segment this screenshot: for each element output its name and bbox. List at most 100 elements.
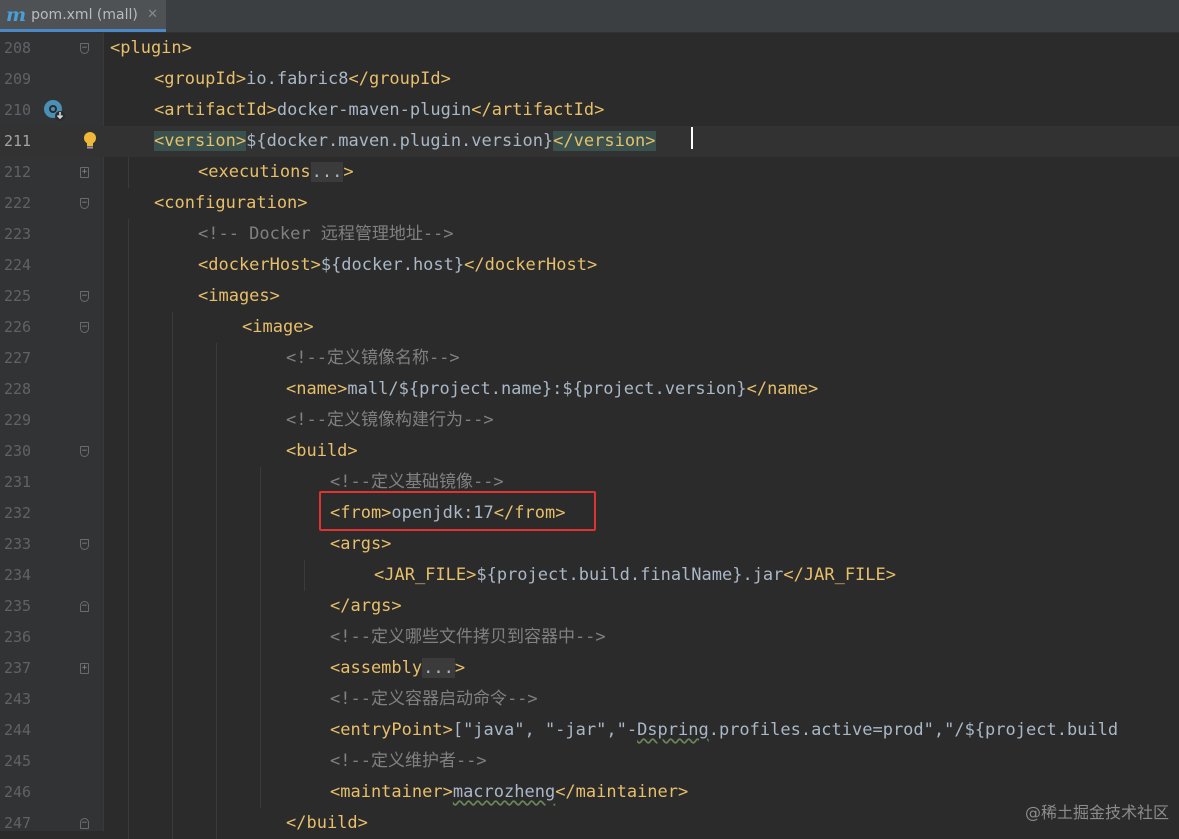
code-line[interactable]: 234 <JAR_FILE>${project.build.finalName}.… bbox=[0, 560, 1179, 591]
fold-collapse-icon[interactable]: − bbox=[80, 818, 89, 829]
code-line[interactable]: 225 − <images> bbox=[0, 281, 1179, 312]
code-text[interactable]: <!-- Docker 远程管理地址--> bbox=[198, 219, 454, 250]
fold-collapse-icon[interactable]: − bbox=[80, 322, 89, 333]
highlight-box bbox=[319, 491, 596, 531]
code-line[interactable]: 212 + <executions...> bbox=[0, 157, 1179, 188]
code-line[interactable]: 243 <!--定义容器启动命令--> bbox=[0, 684, 1179, 715]
tag-token: </maintainer> bbox=[555, 782, 689, 802]
tag-token: <build> bbox=[286, 441, 358, 461]
line-number: 224 bbox=[4, 256, 32, 274]
line-number: 210 bbox=[4, 101, 32, 119]
code-line[interactable]: 247 − </build> bbox=[0, 808, 1179, 839]
code-text[interactable]: <version>${docker.maven.plugin.version}<… bbox=[154, 126, 656, 157]
watermark: @稀土掘金技术社区 bbox=[1024, 803, 1169, 822]
code-line[interactable]: 235 − </args> bbox=[0, 591, 1179, 622]
code-text[interactable]: <artifactId>docker-maven-plugin</artifac… bbox=[154, 95, 604, 126]
tag-token: <plugin> bbox=[110, 38, 192, 58]
indent-guide bbox=[260, 777, 261, 808]
value-token: mall/${project.name}:${project.version} bbox=[347, 379, 747, 399]
code-line[interactable]: 246 <maintainer>macrozheng</maintainer> bbox=[0, 777, 1179, 808]
code-text[interactable]: <plugin> bbox=[110, 33, 192, 64]
fold-collapse-icon[interactable]: − bbox=[80, 601, 89, 612]
lightbulb-icon[interactable] bbox=[82, 131, 98, 151]
code-text[interactable]: <!--定义维护者--> bbox=[330, 746, 487, 777]
code-text[interactable]: </build> bbox=[286, 808, 368, 839]
indent-guide bbox=[216, 715, 217, 746]
fold-collapse-icon[interactable]: − bbox=[80, 446, 89, 457]
code-line[interactable]: 244 <entryPoint>["java", "-jar","-Dspring… bbox=[0, 715, 1179, 746]
code-line[interactable]: 233 − <args> bbox=[0, 529, 1179, 560]
comment-token: <!--定义镜像名称--> bbox=[286, 348, 460, 368]
indent-guide bbox=[128, 746, 129, 777]
code-text[interactable]: <groupId>io.fabric8</groupId> bbox=[154, 64, 451, 95]
line-number: 231 bbox=[4, 473, 32, 491]
code-text[interactable]: <configuration> bbox=[154, 188, 308, 219]
fold-expand-icon[interactable]: + bbox=[80, 663, 89, 674]
line-number: 208 bbox=[4, 39, 32, 57]
maven-goal-icon[interactable] bbox=[42, 98, 66, 122]
code-text[interactable]: <!--定义容器启动命令--> bbox=[330, 684, 538, 715]
fold-collapse-icon[interactable]: − bbox=[80, 291, 89, 302]
code-line[interactable]: 210 <artifactId>docker-maven-plugin</arti… bbox=[0, 95, 1179, 126]
code-text[interactable]: <dockerHost>${docker.host}</dockerHost> bbox=[198, 250, 597, 281]
code-line[interactable]: 223 <!-- Docker 远程管理地址--> bbox=[0, 219, 1179, 250]
value-token: docker-maven-plugin bbox=[276, 100, 472, 120]
code-line[interactable]: 229 <!--定义镜像构建行为--> bbox=[0, 405, 1179, 436]
code-text[interactable]: <!--定义哪些文件拷贝到容器中--> bbox=[330, 622, 606, 653]
comment-token: <!--定义容器启动命令--> bbox=[330, 689, 538, 709]
indent-guide bbox=[172, 374, 173, 405]
code-text[interactable]: <args> bbox=[330, 529, 391, 560]
tag-token: <configuration> bbox=[154, 193, 308, 213]
code-text[interactable]: <assembly...> bbox=[330, 653, 465, 684]
code-text[interactable]: <build> bbox=[286, 436, 358, 467]
code-line[interactable]: 209 <groupId>io.fabric8</groupId> bbox=[0, 64, 1179, 95]
code-line[interactable]: 236 <!--定义哪些文件拷贝到容器中--> bbox=[0, 622, 1179, 653]
code-text[interactable]: <!--定义镜像构建行为--> bbox=[286, 405, 494, 436]
tag-token: <JAR_FILE> bbox=[374, 565, 477, 585]
indent-guide bbox=[216, 498, 217, 529]
value-token: ${project.build.finalName}.jar bbox=[476, 565, 784, 585]
code-text[interactable]: <maintainer>macrozheng</maintainer> bbox=[330, 777, 688, 808]
value-token: macrozheng bbox=[452, 782, 556, 802]
code-line[interactable]: 227 <!--定义镜像名称--> bbox=[0, 343, 1179, 374]
code-text[interactable]: <!--定义镜像名称--> bbox=[286, 343, 460, 374]
code-text[interactable]: </args> bbox=[330, 591, 402, 622]
code-line[interactable]: 222 − <configuration> bbox=[0, 188, 1179, 219]
code-line[interactable]: 230 − <build> bbox=[0, 436, 1179, 467]
indent-guide bbox=[260, 622, 261, 653]
code-line[interactable]: 237 + <assembly...> bbox=[0, 653, 1179, 684]
indent-guide bbox=[172, 622, 173, 653]
tag-token: </artifactId> bbox=[471, 100, 605, 120]
tag-token: <name> bbox=[286, 379, 348, 399]
code-text[interactable]: <JAR_FILE>${project.build.finalName}.jar… bbox=[374, 560, 896, 591]
tab-pom-xml[interactable]: m pom.xml (mall) ✕ bbox=[0, 0, 166, 32]
code-text[interactable]: <executions...> bbox=[198, 157, 354, 188]
code-editor[interactable]: 208 − <plugin> 209 <groupId>io.fabric8</grou… bbox=[0, 33, 1179, 839]
code-line[interactable]: 245 <!--定义维护者--> bbox=[0, 746, 1179, 777]
code-text[interactable]: <image> bbox=[242, 312, 314, 343]
tag-token: <artifactId> bbox=[154, 100, 277, 120]
text-caret bbox=[691, 127, 693, 149]
code-line[interactable]: 224 <dockerHost>${docker.host}</dockerHos… bbox=[0, 250, 1179, 281]
code-line[interactable]: 226 − <image> bbox=[0, 312, 1179, 343]
fold-expand-icon[interactable]: + bbox=[80, 167, 89, 178]
line-number: 234 bbox=[4, 566, 32, 584]
code-text[interactable]: <entryPoint>["java", "-jar","-Dspring.pr… bbox=[330, 715, 1118, 746]
code-line[interactable]: 211 <version>${docker.maven.plugin.versio… bbox=[0, 126, 1179, 157]
code-line[interactable]: 208 − <plugin> bbox=[0, 33, 1179, 64]
tag-token: </groupId> bbox=[348, 69, 451, 89]
line-number: 230 bbox=[4, 442, 32, 460]
code-text[interactable]: <images> bbox=[198, 281, 280, 312]
fold-collapse-icon[interactable]: − bbox=[80, 198, 89, 209]
fold-collapse-icon[interactable]: − bbox=[80, 539, 89, 550]
indent-guide bbox=[172, 808, 173, 839]
indent-guide bbox=[260, 529, 261, 560]
code-line[interactable]: 228 <name>mall/${project.name}:${project.… bbox=[0, 374, 1179, 405]
indent-guide bbox=[216, 374, 217, 405]
editor-tab-bar: m pom.xml (mall) ✕ bbox=[0, 0, 1179, 33]
fold-collapse-icon[interactable]: − bbox=[80, 43, 89, 54]
line-number: 229 bbox=[4, 411, 32, 429]
code-text[interactable]: <name>mall/${project.name}:${project.ver… bbox=[286, 374, 818, 405]
tag-token: <groupId> bbox=[154, 69, 247, 89]
close-icon[interactable]: ✕ bbox=[147, 7, 158, 22]
